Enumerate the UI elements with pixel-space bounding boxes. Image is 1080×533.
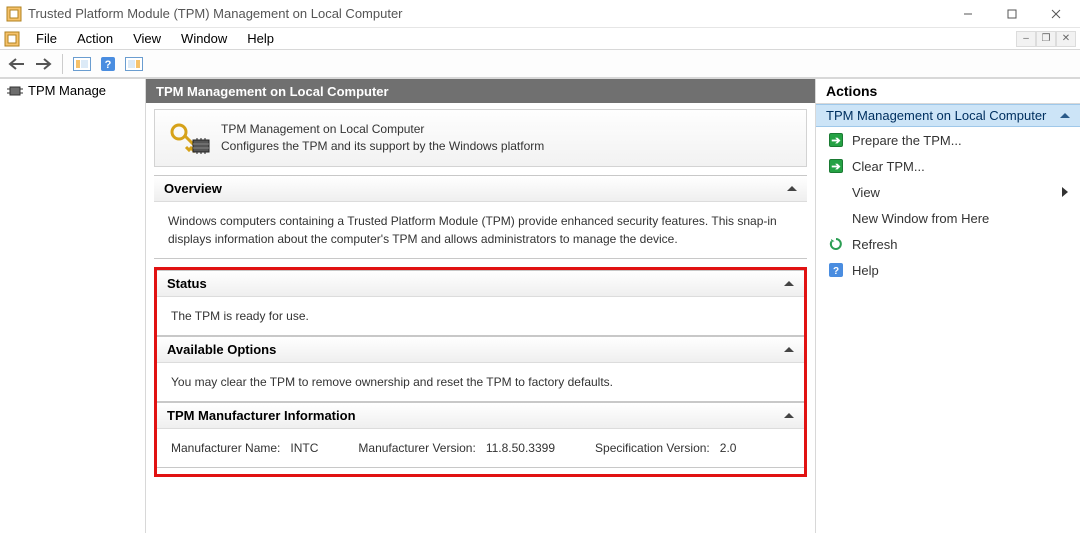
refresh-icon	[828, 236, 844, 252]
menu-view[interactable]: View	[123, 29, 171, 48]
panel-status: Status The TPM is ready for use.	[157, 270, 804, 336]
action-clear-tpm[interactable]: ➔ Clear TPM...	[816, 153, 1080, 179]
menu-bar: File Action View Window Help – ❐ ✕	[0, 28, 1080, 50]
mdi-controls: – ❐ ✕	[1016, 31, 1076, 47]
mfr-version-label: Manufacturer Version:	[358, 441, 482, 455]
action-help[interactable]: ? Help	[816, 257, 1080, 283]
action-new-window[interactable]: New Window from Here	[816, 205, 1080, 231]
action-view[interactable]: View	[816, 179, 1080, 205]
title-bar: Trusted Platform Module (TPM) Management…	[0, 0, 1080, 28]
panel-overview-header[interactable]: Overview	[154, 176, 807, 202]
panel-status-title: Status	[167, 276, 207, 291]
intro-description: Configures the TPM and its support by th…	[221, 138, 544, 155]
spec-version-value: 2.0	[720, 441, 737, 455]
panel-overview-body: Windows computers containing a Trusted P…	[154, 202, 807, 258]
actions-section-header[interactable]: TPM Management on Local Computer	[816, 104, 1080, 127]
menu-help[interactable]: Help	[237, 29, 284, 48]
menu-window[interactable]: Window	[171, 29, 237, 48]
mdi-restore-button[interactable]: ❐	[1036, 31, 1056, 47]
workspace: TPM Manage TPM Management on Local Compu…	[0, 78, 1080, 533]
actions-section-label: TPM Management on Local Computer	[826, 108, 1046, 123]
actions-pane: Actions TPM Management on Local Computer…	[816, 79, 1080, 533]
panel-manufacturer-body: Manufacturer Name: INTC Manufacturer Ver…	[157, 429, 804, 467]
window-title: Trusted Platform Module (TPM) Management…	[28, 6, 948, 21]
details-header-label: TPM Management on Local Computer	[156, 84, 389, 99]
actions-header: Actions	[816, 79, 1080, 104]
panel-status-header[interactable]: Status	[157, 271, 804, 297]
show-hide-console-tree-button[interactable]	[71, 53, 93, 75]
action-help-label: Help	[852, 263, 879, 278]
mdi-close-button[interactable]: ✕	[1056, 31, 1076, 47]
help-button[interactable]: ?	[97, 53, 119, 75]
arrow-right-icon: ➔	[828, 132, 844, 148]
panel-manufacturer-title: TPM Manufacturer Information	[167, 408, 356, 423]
panel-overview: Overview Windows computers containing a …	[154, 175, 807, 259]
app-icon	[6, 6, 22, 22]
chip-icon	[6, 84, 24, 98]
details-header: TPM Management on Local Computer	[146, 79, 815, 103]
toolbar-separator	[62, 54, 63, 74]
action-view-label: View	[852, 185, 880, 200]
app-icon-small	[4, 31, 20, 47]
panel-manufacturer: TPM Manufacturer Information Manufacture…	[157, 402, 804, 468]
close-button[interactable]	[1036, 3, 1076, 25]
intro-title: TPM Management on Local Computer	[221, 121, 544, 138]
action-clear-tpm-label: Clear TPM...	[852, 159, 925, 174]
blank-icon	[828, 184, 844, 200]
menu-action[interactable]: Action	[67, 29, 123, 48]
collapse-icon	[787, 186, 797, 191]
forward-button[interactable]	[32, 53, 54, 75]
highlight-box: Status The TPM is ready for use. Availab…	[154, 267, 807, 477]
toolbar: ?	[0, 50, 1080, 78]
panel-manufacturer-header[interactable]: TPM Manufacturer Information	[157, 403, 804, 429]
mfr-name-label: Manufacturer Name:	[171, 441, 287, 455]
svg-text:?: ?	[833, 266, 839, 277]
chevron-right-icon	[1062, 187, 1068, 197]
action-prepare-tpm[interactable]: ➔ Prepare the TPM...	[816, 127, 1080, 153]
window-controls	[948, 3, 1076, 25]
collapse-icon	[784, 281, 794, 286]
tree-root-tpm[interactable]: TPM Manage	[0, 81, 145, 100]
console-tree: TPM Manage	[0, 79, 146, 533]
help-icon: ?	[828, 262, 844, 278]
spec-version-label: Specification Version:	[595, 441, 716, 455]
action-new-window-label: New Window from Here	[852, 211, 989, 226]
minimize-button[interactable]	[948, 3, 988, 25]
panel-options: Available Options You may clear the TPM …	[157, 336, 804, 402]
action-refresh-label: Refresh	[852, 237, 898, 252]
action-refresh[interactable]: Refresh	[816, 231, 1080, 257]
show-hide-action-pane-button[interactable]	[123, 53, 145, 75]
intro-text: TPM Management on Local Computer Configu…	[221, 121, 544, 156]
panel-status-body: The TPM is ready for use.	[157, 297, 804, 335]
mfr-name-value: INTC	[290, 441, 318, 455]
menu-file[interactable]: File	[26, 29, 67, 48]
mfr-version-value: 11.8.50.3399	[486, 441, 555, 455]
blank-icon	[828, 210, 844, 226]
arrow-right-icon: ➔	[828, 158, 844, 174]
panel-options-header[interactable]: Available Options	[157, 337, 804, 363]
panel-options-body: You may clear the TPM to remove ownershi…	[157, 363, 804, 401]
intro-box: TPM Management on Local Computer Configu…	[154, 109, 807, 167]
svg-text:?: ?	[105, 59, 112, 71]
back-button[interactable]	[6, 53, 28, 75]
collapse-icon	[1060, 113, 1070, 118]
action-prepare-tpm-label: Prepare the TPM...	[852, 133, 962, 148]
collapse-icon	[784, 413, 794, 418]
tree-root-label: TPM Manage	[28, 83, 106, 98]
collapse-icon	[784, 347, 794, 352]
details-pane: TPM Management on Local Computer TPM Man…	[146, 79, 816, 533]
panel-options-title: Available Options	[167, 342, 276, 357]
mdi-minimize-button[interactable]: –	[1016, 31, 1036, 47]
panel-overview-title: Overview	[164, 181, 222, 196]
key-chip-icon	[167, 120, 211, 156]
maximize-button[interactable]	[992, 3, 1032, 25]
